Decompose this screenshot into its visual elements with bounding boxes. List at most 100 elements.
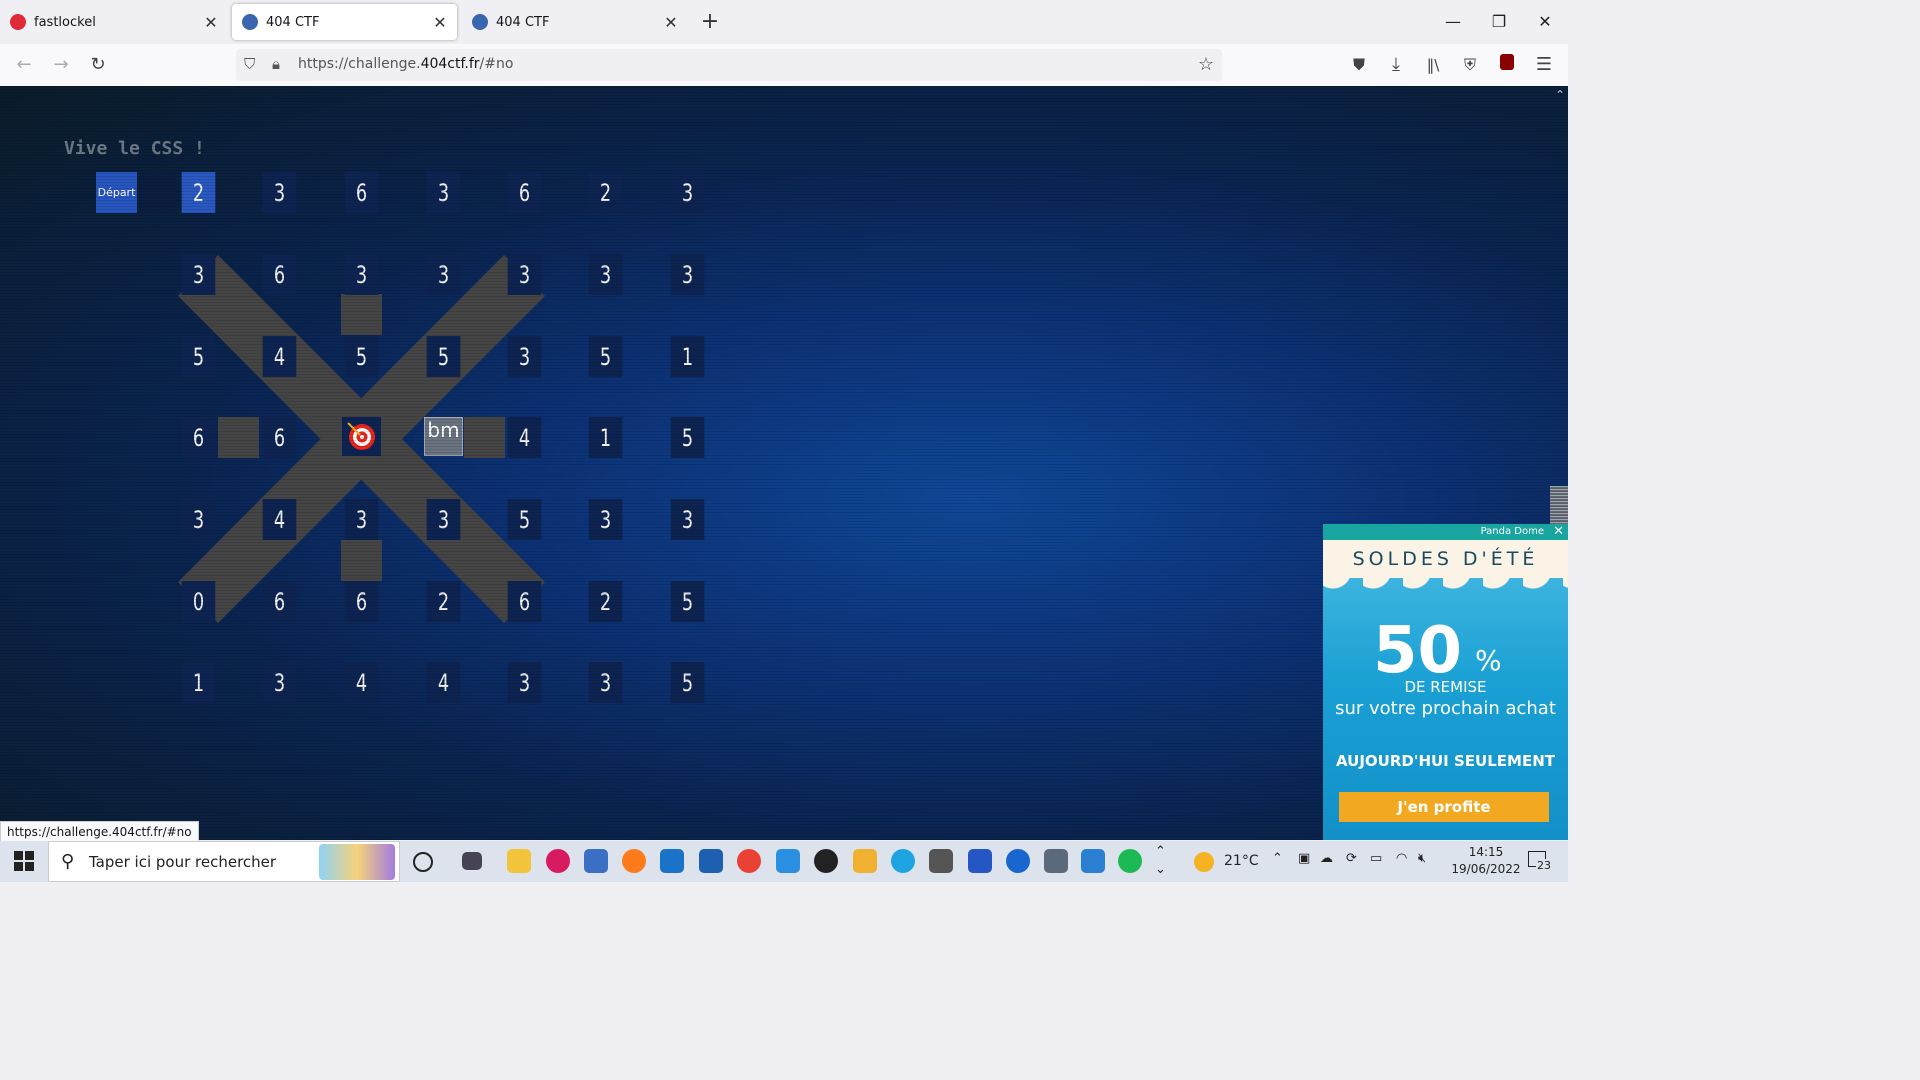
spotify-icon[interactable] bbox=[1118, 849, 1142, 873]
grid-cell[interactable]: 3 bbox=[507, 662, 542, 703]
grid-cell[interactable]: 5 bbox=[670, 662, 705, 703]
library-icon[interactable]: ‖\ bbox=[1420, 52, 1446, 78]
outlook-icon[interactable] bbox=[660, 849, 684, 873]
grid-cell[interactable]: 2 bbox=[588, 172, 623, 213]
tab-404ctf[interactable]: 404 CTF ✕ bbox=[462, 4, 688, 40]
grid-cell[interactable]: 6 bbox=[344, 172, 379, 213]
back-button[interactable]: ← bbox=[11, 52, 37, 78]
weather-sun-icon[interactable] bbox=[1194, 852, 1214, 872]
target-icon[interactable] bbox=[342, 417, 381, 456]
grid-cell[interactable]: 3 bbox=[588, 254, 623, 295]
tab-404ctf-active[interactable]: 404 CTF ✕ bbox=[232, 4, 457, 40]
volume-muted-icon[interactable]: 🔇︎ bbox=[1418, 851, 1426, 866]
ublock-icon[interactable] bbox=[1494, 52, 1520, 78]
grid-cell[interactable]: 4 bbox=[262, 336, 297, 377]
grid-cell[interactable]: 4 bbox=[426, 662, 461, 703]
grid-cell[interactable]: 5 bbox=[670, 417, 705, 458]
menu-icon[interactable]: ☰ bbox=[1531, 52, 1557, 78]
inkscape-icon[interactable] bbox=[814, 849, 838, 873]
app-red-icon[interactable] bbox=[546, 849, 570, 873]
grid-cell[interactable]: 5 bbox=[507, 499, 542, 540]
file-explorer-icon[interactable] bbox=[507, 849, 531, 873]
onedrive-icon[interactable]: ☁ bbox=[1320, 851, 1333, 866]
lock-icon[interactable]: 🔒︎ bbox=[272, 55, 280, 73]
grid-cell[interactable]: 3 bbox=[670, 499, 705, 540]
wireshark-icon[interactable] bbox=[699, 849, 723, 873]
grid-cell[interactable]: 3 bbox=[181, 499, 216, 540]
binary-app-icon[interactable] bbox=[929, 849, 953, 873]
grid-cell[interactable] bbox=[140, 172, 175, 213]
grid-cell[interactable]: 6 bbox=[507, 581, 542, 622]
system-clock[interactable]: 14:15 19/06/2022 bbox=[1448, 844, 1524, 878]
grid-cell[interactable]: 6 bbox=[181, 417, 216, 458]
edge-icon[interactable] bbox=[891, 849, 915, 873]
address-bar[interactable]: ⛉ 🔒︎ https://challenge.404ctf.fr/#no ☆ bbox=[236, 49, 1222, 81]
grid-cell[interactable]: 4 bbox=[344, 662, 379, 703]
start-cell[interactable]: Départ bbox=[96, 172, 137, 213]
grid-cell[interactable]: 2 bbox=[426, 581, 461, 622]
linux-icon[interactable] bbox=[853, 849, 877, 873]
url-text[interactable]: https://challenge.404ctf.fr/#no bbox=[298, 56, 513, 72]
meet-now-icon[interactable]: ▣ bbox=[1298, 851, 1310, 866]
grid-cell[interactable]: 4 bbox=[262, 499, 297, 540]
minimize-button[interactable]: — bbox=[1430, 8, 1476, 36]
grid-cell[interactable]: 5 bbox=[670, 581, 705, 622]
shield-icon[interactable]: ⛉ bbox=[244, 55, 255, 73]
photos-icon[interactable] bbox=[1081, 849, 1105, 873]
remote-desktop-icon[interactable] bbox=[968, 849, 992, 873]
grid-cell[interactable]: 4 bbox=[507, 417, 542, 458]
grid-cell[interactable]: 5 bbox=[344, 336, 379, 377]
bm-player-icon[interactable]: bm bbox=[424, 417, 463, 456]
task-view-icon[interactable] bbox=[462, 852, 482, 870]
grid-cell[interactable]: 3 bbox=[426, 254, 461, 295]
scrollbar-thumb[interactable] bbox=[1550, 486, 1568, 526]
chrome-icon[interactable] bbox=[737, 849, 761, 873]
notification-center-icon[interactable]: 23 bbox=[1528, 851, 1552, 872]
grid-cell[interactable]: 1 bbox=[181, 662, 216, 703]
grid-cell[interactable]: 5 bbox=[426, 336, 461, 377]
bitwarden-icon[interactable]: ⛨ bbox=[1457, 52, 1483, 78]
grid-cell[interactable]: 6 bbox=[507, 172, 542, 213]
restore-button[interactable]: ❐ bbox=[1476, 8, 1522, 36]
downloads-icon[interactable]: ⤓ bbox=[1383, 52, 1409, 78]
grid-cell[interactable]: 0 bbox=[181, 581, 216, 622]
reload-button[interactable]: ↻ bbox=[85, 52, 111, 78]
grid-cell[interactable]: 3 bbox=[426, 172, 461, 213]
close-tab-icon[interactable]: ✕ bbox=[660, 13, 682, 32]
weather-temp[interactable]: 21°C bbox=[1224, 853, 1259, 869]
bookmark-star-icon[interactable]: ☆ bbox=[1198, 54, 1214, 75]
grid-cell[interactable]: 6 bbox=[262, 417, 297, 458]
grid-cell[interactable]: 3 bbox=[507, 336, 542, 377]
grid-cell[interactable]: 3 bbox=[344, 254, 379, 295]
scroll-up-icon[interactable]: ⌃ bbox=[1555, 88, 1565, 102]
show-hidden-icons-icon[interactable]: ⌃ bbox=[1272, 851, 1283, 866]
grid-cell[interactable]: 3 bbox=[588, 499, 623, 540]
vscode-icon[interactable] bbox=[776, 849, 800, 873]
grid-cell[interactable]: 3 bbox=[181, 254, 216, 295]
grid-cell[interactable]: 6 bbox=[262, 254, 297, 295]
grid-cell[interactable]: 6 bbox=[344, 581, 379, 622]
panda-dome-ad[interactable]: Panda Dome ✕ SOLDES D'ÉTÉ 50 % DE REMISE… bbox=[1323, 524, 1568, 840]
grid-cell[interactable]: 5 bbox=[588, 336, 623, 377]
pocket-icon[interactable]: ⛊ bbox=[1346, 52, 1372, 78]
grid-cell[interactable]: 1 bbox=[588, 417, 623, 458]
wifi-icon[interactable]: ◠ bbox=[1396, 851, 1407, 866]
grid-cell-highlighted[interactable]: 2 bbox=[181, 172, 216, 213]
grid-cell[interactable]: 3 bbox=[426, 499, 461, 540]
sync-icon[interactable]: ⟳ bbox=[1346, 851, 1357, 866]
firefox-icon[interactable] bbox=[622, 849, 646, 873]
overflow-chevron-icon[interactable]: ⌃ ⌄ bbox=[1155, 843, 1166, 879]
close-tab-icon[interactable]: ✕ bbox=[200, 13, 222, 32]
grid-cell[interactable]: 6 bbox=[262, 581, 297, 622]
close-window-button[interactable]: ✕ bbox=[1522, 8, 1568, 36]
grid-cell[interactable]: 3 bbox=[507, 254, 542, 295]
close-tab-icon[interactable]: ✕ bbox=[429, 13, 451, 32]
grid-cell[interactable]: 3 bbox=[262, 172, 297, 213]
taskbar-search[interactable]: ⚲ Taper ici pour rechercher bbox=[48, 841, 400, 882]
tab-fastlockel[interactable]: fastlockel ✕ bbox=[0, 4, 228, 40]
grid-cell[interactable]: 2 bbox=[588, 581, 623, 622]
grid-cell[interactable]: 3 bbox=[588, 662, 623, 703]
grid-cell[interactable]: 3 bbox=[670, 254, 705, 295]
grid-cell[interactable]: 3 bbox=[670, 172, 705, 213]
grid-cell[interactable]: 5 bbox=[181, 336, 216, 377]
